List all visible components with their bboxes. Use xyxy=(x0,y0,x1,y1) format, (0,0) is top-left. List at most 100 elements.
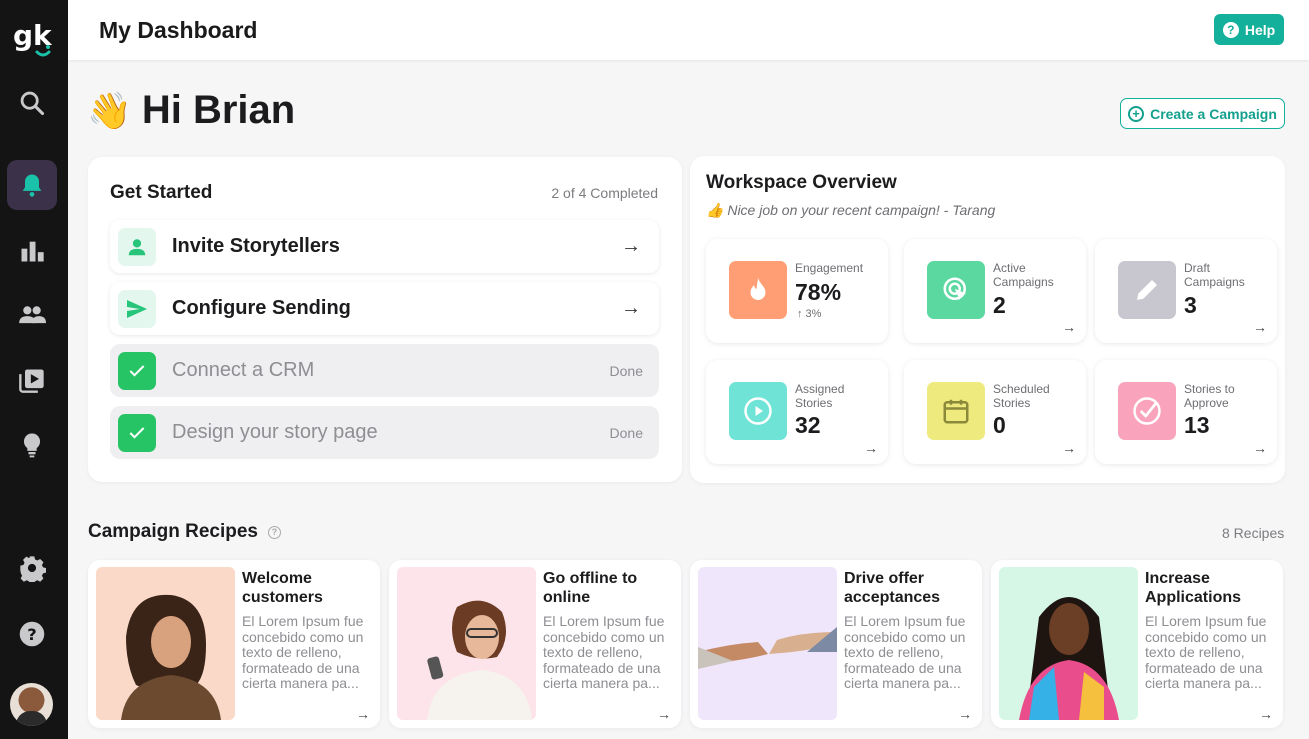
recipe-description: El Lorem Ipsum fue concebido como un tex… xyxy=(1145,613,1267,691)
recipe-card-increase-applications[interactable]: Increase Applications El Lorem Ipsum fue… xyxy=(991,560,1283,728)
stat-delta: ↑ 3% xyxy=(797,308,822,320)
recipes-count: 8 Recipes xyxy=(1222,525,1285,541)
check-circle-icon xyxy=(1118,382,1176,440)
gear-icon xyxy=(20,556,46,582)
bell-icon xyxy=(22,174,42,197)
arrow-right-icon: → xyxy=(621,297,641,319)
workspace-overview-card: Workspace Overview 👍 Nice job on your re… xyxy=(690,156,1285,483)
task-label: Invite Storytellers xyxy=(172,235,340,257)
sidebar-item-notifications[interactable] xyxy=(7,160,57,210)
get-started-title: Get Started xyxy=(110,182,213,203)
recipe-image xyxy=(698,567,837,720)
stat-value: 0 xyxy=(993,412,1006,438)
sidebar-item-help[interactable]: ? xyxy=(7,609,57,659)
people-icon xyxy=(19,306,46,324)
sidebar-item-analytics[interactable] xyxy=(7,226,57,276)
stat-label: Engagement xyxy=(795,261,864,275)
stat-value: 13 xyxy=(1184,412,1210,438)
recipe-title: Increase Applications xyxy=(1145,570,1242,606)
stat-engagement[interactable]: Engagement 78% ↑ 3% xyxy=(706,239,888,343)
workspace-title: Workspace Overview xyxy=(706,172,897,193)
greeting-text: Hi Brian xyxy=(141,88,296,132)
recipe-description: El Lorem Ipsum fue concebido como un tex… xyxy=(242,613,364,691)
recipe-title: Go offline to online xyxy=(543,570,638,606)
task-status: Done xyxy=(609,424,643,441)
recipe-title: Welcome customers xyxy=(242,570,323,606)
arrow-right-icon: → xyxy=(621,235,641,257)
recipe-card-welcome-customers[interactable]: Welcome customers El Lorem Ipsum fue con… xyxy=(88,560,380,728)
stat-value: 3 xyxy=(1184,292,1197,318)
get-started-progress: 2 of 4 Completed xyxy=(551,185,658,201)
stat-assigned-stories[interactable]: Assigned Stories 32 → xyxy=(706,360,888,464)
arrow-right-icon: → xyxy=(958,706,972,722)
workspace-subtitle-text: Nice job on your recent campaign! - Tara… xyxy=(727,202,996,218)
task-label: Design your story page xyxy=(172,421,378,443)
plus-circle-icon: + xyxy=(1128,105,1145,122)
avatar[interactable] xyxy=(10,683,53,726)
recipes-title: Campaign Recipes xyxy=(88,521,258,542)
recipes-header: Campaign Recipes ? xyxy=(88,521,281,543)
task-connect-crm[interactable]: Connect a CRM Done xyxy=(110,344,659,397)
task-invite-storytellers[interactable]: Invite Storytellers → xyxy=(110,220,659,273)
info-icon[interactable]: ? xyxy=(268,525,281,539)
recipe-card-go-offline-to-online[interactable]: Go offline to online El Lorem Ipsum fue … xyxy=(389,560,681,728)
get-started-card: Get Started 2 of 4 Completed Invite Stor… xyxy=(88,157,682,482)
stat-label: Active Campaigns xyxy=(993,261,1054,289)
recipe-image xyxy=(999,567,1138,720)
arrow-right-icon: → xyxy=(1062,440,1076,456)
sidebar-item-settings[interactable] xyxy=(7,543,57,593)
play-circle-icon xyxy=(729,382,787,440)
stat-value: 32 xyxy=(795,412,821,438)
send-icon xyxy=(118,289,156,328)
task-design-story-page[interactable]: Design your story page Done xyxy=(110,406,659,459)
help-button[interactable]: ? Help xyxy=(1214,14,1284,45)
sidebar-item-videos[interactable] xyxy=(7,355,57,405)
search-icon xyxy=(20,91,45,116)
stat-active-campaigns[interactable]: Active Campaigns 2 → xyxy=(904,239,1086,343)
page-title: My Dashboard xyxy=(99,17,258,43)
top-bar: My Dashboard ? Help xyxy=(68,0,1309,60)
stat-label: Scheduled Stories xyxy=(993,382,1050,410)
arrow-right-icon: → xyxy=(657,706,671,722)
stat-scheduled-stories[interactable]: Scheduled Stories 0 → xyxy=(904,360,1086,464)
stat-draft-campaigns[interactable]: Draft Campaigns 3 → xyxy=(1095,239,1277,343)
help-icon: ? xyxy=(19,621,45,647)
sidebar-item-people[interactable] xyxy=(7,290,57,340)
recipe-description: El Lorem Ipsum fue concebido como un tex… xyxy=(844,613,966,691)
task-label: Connect a CRM xyxy=(172,359,315,381)
create-campaign-label: Create a Campaign xyxy=(1150,105,1277,122)
check-icon xyxy=(118,413,156,452)
sidebar-item-search[interactable] xyxy=(7,78,57,128)
person-icon xyxy=(118,227,156,266)
stat-label: Draft Campaigns xyxy=(1184,261,1245,289)
question-icon: ? xyxy=(1222,21,1239,38)
create-campaign-button[interactable]: + Create a Campaign xyxy=(1120,98,1285,129)
arrow-right-icon: → xyxy=(356,706,370,722)
arrow-right-icon: → xyxy=(864,440,878,456)
bar-chart-icon xyxy=(21,241,44,262)
workspace-subtitle: 👍 Nice job on your recent campaign! - Ta… xyxy=(706,202,995,219)
task-configure-sending[interactable]: Configure Sending → xyxy=(110,282,659,335)
stat-stories-to-approve[interactable]: Stories to Approve 13 → xyxy=(1095,360,1277,464)
pencil-icon xyxy=(1118,261,1176,319)
gk-logo[interactable]: gk xyxy=(12,14,56,64)
wave-emoji-icon: 👋 xyxy=(87,89,132,131)
arrow-right-icon: → xyxy=(1259,706,1273,722)
task-status: Done xyxy=(609,362,643,379)
help-label: Help xyxy=(1244,21,1276,38)
thumbs-up-icon: 👍 xyxy=(706,202,724,218)
stat-label: Stories to Approve xyxy=(1184,382,1235,410)
arrow-right-icon: → xyxy=(1253,440,1267,456)
stat-value: 78% xyxy=(795,279,842,305)
calendar-icon xyxy=(927,382,985,440)
arrow-right-icon: → xyxy=(1253,319,1267,335)
sidebar-item-ideas[interactable] xyxy=(7,420,57,470)
stat-label: Assigned Stories xyxy=(795,382,845,410)
arrow-right-icon: → xyxy=(1062,319,1076,335)
recipe-title: Drive offer acceptances xyxy=(844,570,941,606)
lightbulb-icon xyxy=(23,433,41,458)
svg-text:?: ? xyxy=(27,625,36,644)
video-library-icon xyxy=(19,369,44,393)
recipe-card-drive-offer-acceptances[interactable]: Drive offer acceptances El Lorem Ipsum f… xyxy=(690,560,982,728)
recipe-image xyxy=(397,567,536,720)
